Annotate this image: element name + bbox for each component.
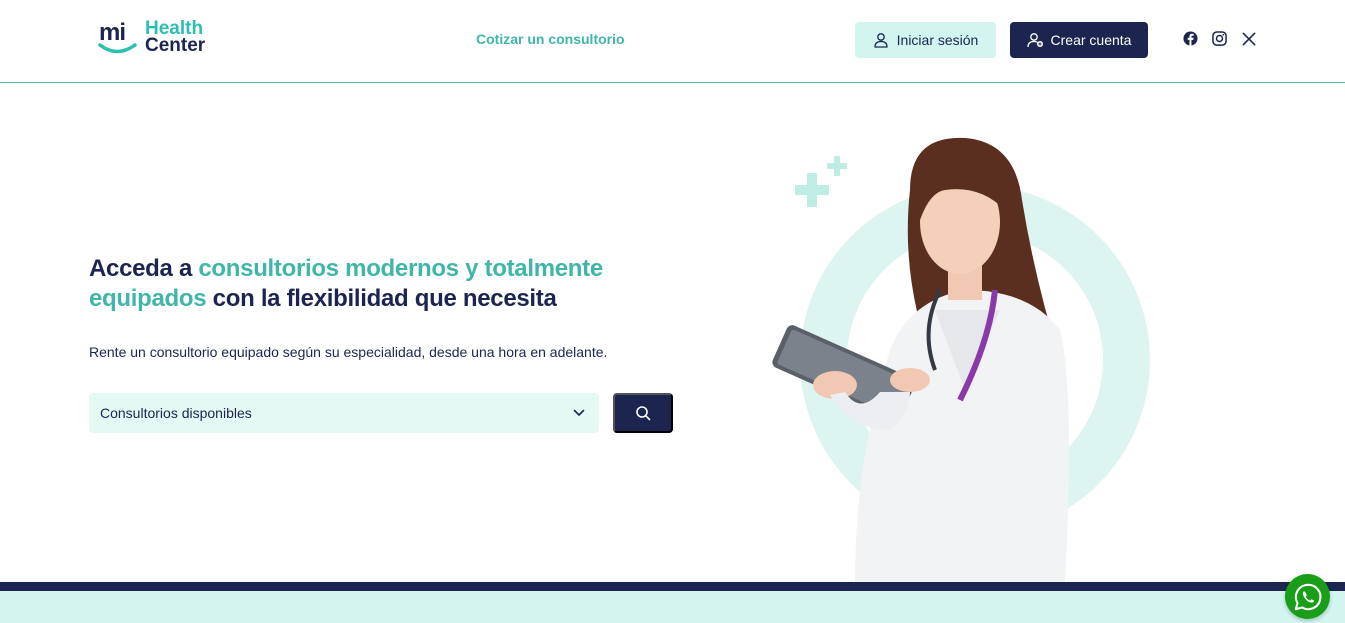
chevron-down-icon [573,409,585,416]
instagram-icon[interactable] [1212,31,1227,46]
whatsapp-icon [1294,583,1321,610]
search-icon [636,406,651,421]
doctor-illustration [772,137,1150,582]
plus-decoration-icon [795,156,847,207]
hero-title-part2: con la flexibilidad que necesita [206,285,557,312]
site-header: mi Health Center Cotizar un consultorio … [0,0,1345,83]
offices-select[interactable]: Consultorios disponibles [89,393,599,433]
user-add-icon [1026,33,1043,48]
logo-smile-icon [98,43,137,54]
facebook-icon[interactable] [1183,31,1198,46]
login-label: Iniciar sesión [896,32,979,48]
whatsapp-button[interactable] [1285,574,1330,619]
logo-text: Health Center [145,19,206,56]
x-icon[interactable] [1241,31,1256,46]
logo-center: Center [145,35,206,56]
footer-band-light [0,591,1345,623]
social-links [1183,31,1256,46]
search-button[interactable] [613,393,673,433]
offices-select-value: Consultorios disponibles [100,405,252,421]
login-button[interactable]: Iniciar sesión [855,22,996,58]
brand-logo[interactable]: mi Health Center [97,19,222,60]
user-icon [873,33,888,48]
register-label: Crear cuenta [1050,32,1132,48]
quote-office-link[interactable]: Cotizar un consultorio [476,31,625,47]
logo-mark: mi [97,20,139,60]
hero-subtitle: Rente un consultorio equipado según su e… [89,344,608,360]
hero-title: Acceda a consultorios modernos y totalme… [89,254,649,314]
footer-band-dark [0,582,1345,591]
register-button[interactable]: Crear cuenta [1010,22,1148,58]
hero-title-part1: Acceda a [89,255,199,282]
